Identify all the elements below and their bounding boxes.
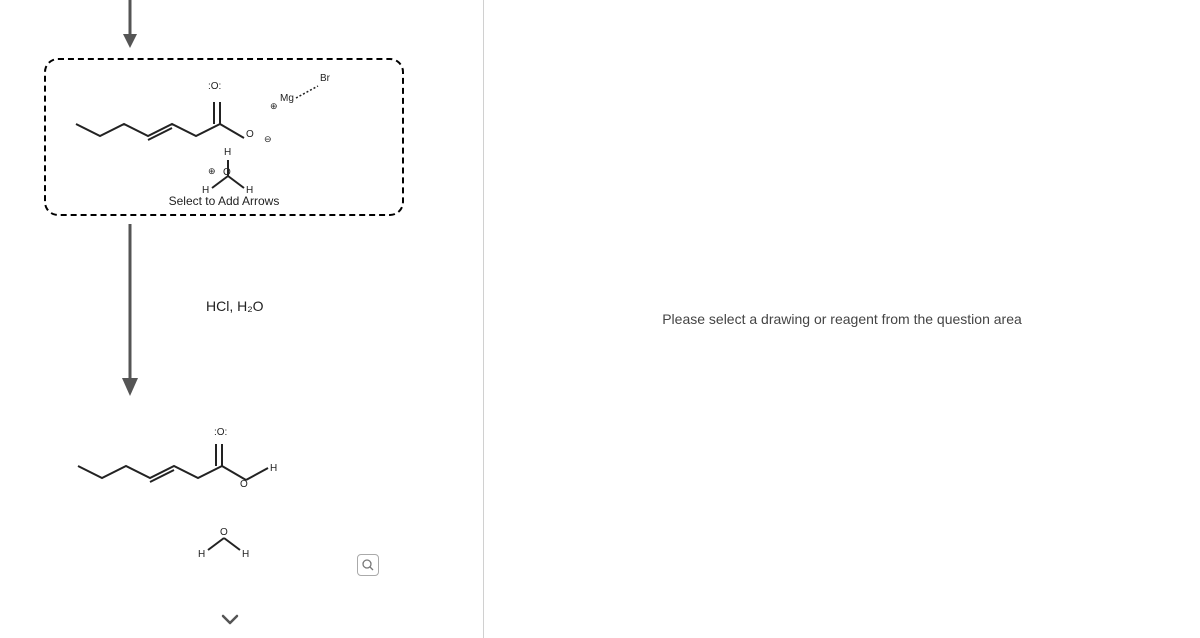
label-water-o: O (220, 528, 228, 538)
plus-mg: ⊕ (270, 102, 278, 111)
label-h-top: H (224, 148, 231, 158)
product-structure (68, 420, 288, 510)
label-water-h2: H (242, 550, 249, 560)
label-prod-o-neg: O (240, 480, 248, 490)
minus-charge: ⊖ (264, 135, 272, 144)
drawing-panel: Please select a drawing or reagent from … (484, 0, 1200, 638)
zoom-icon (362, 559, 374, 571)
label-o-neg: O (246, 130, 254, 140)
label-br: Br (320, 74, 330, 84)
product-box[interactable]: :O: O H O H H (44, 410, 404, 580)
chevron-down-icon[interactable] (220, 613, 240, 632)
zoom-button[interactable] (357, 554, 379, 576)
label-prod-o-dbl: :O: (214, 428, 227, 438)
carboxylate-structure (66, 78, 266, 158)
arrow-top (118, 0, 142, 48)
question-panel: :O: O ⊖ Mg ⊕ Br O ⊕ H H H Select to Add … (0, 0, 484, 638)
plus-h3o: ⊕ (208, 167, 216, 176)
label-o-h3o: O (223, 168, 231, 178)
reagent-label[interactable]: HCl, H₂O (206, 298, 264, 314)
label-prod-h: H (270, 464, 277, 474)
drawing-placeholder: Please select a drawing or reagent from … (662, 311, 1022, 327)
mg-br-bond (292, 80, 342, 110)
arrow-middle (118, 224, 142, 396)
reaction-box-caption: Select to Add Arrows (46, 194, 402, 208)
reaction-step-box[interactable]: :O: O ⊖ Mg ⊕ Br O ⊕ H H H Select to Add … (44, 58, 404, 216)
label-water-h1: H (198, 550, 205, 560)
label-o-top: :O: (208, 82, 221, 92)
